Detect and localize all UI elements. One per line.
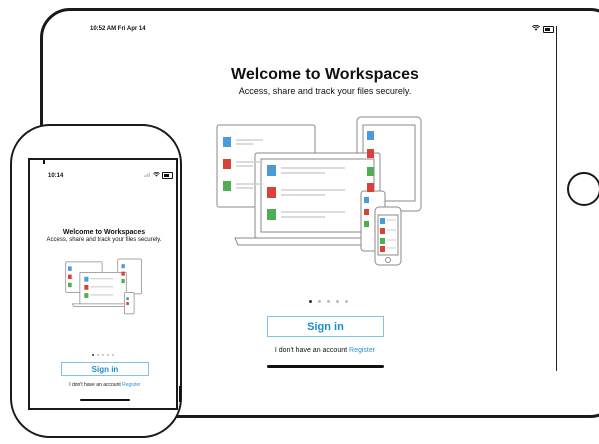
wifi-icon (531, 24, 541, 33)
battery-icon (543, 25, 554, 33)
page-dot[interactable] (102, 354, 104, 356)
phone-home-indicator[interactable] (80, 399, 130, 401)
tablet-status-icons (531, 24, 554, 33)
tablet-welcome-title: Welcome to Workspaces (231, 66, 419, 83)
signal-icon (144, 172, 151, 179)
page-dot[interactable] (112, 354, 114, 356)
page-dot[interactable] (107, 354, 109, 356)
tablet-page-indicator[interactable] (309, 300, 348, 303)
phone-side-button (179, 386, 181, 402)
page-dot[interactable] (92, 354, 94, 356)
spreadsheet-icon (223, 181, 231, 191)
phone-camera-mark (43, 160, 45, 164)
devices-illustration (216, 116, 422, 266)
tablet-home-button[interactable] (567, 172, 599, 206)
tablet-welcome-subtitle: Access, share and track your files secur… (238, 86, 412, 96)
phone-welcome-title: Welcome to Workspaces (62, 229, 146, 236)
page-dot[interactable] (309, 300, 312, 303)
tablet-home-indicator[interactable] (267, 365, 384, 368)
battery-icon (162, 172, 173, 179)
pdf-icon (223, 159, 231, 169)
document-icon (223, 137, 231, 147)
phone-account-row: I don't have an account Register (52, 382, 158, 388)
tablet-screen-edge (556, 26, 557, 371)
tablet-register-link[interactable]: Register (349, 347, 375, 354)
phone-page-indicator[interactable] (92, 354, 114, 356)
no-account-text: I don't have an account (69, 382, 121, 388)
wifi-icon (153, 171, 160, 179)
page-dot[interactable] (318, 300, 321, 303)
tablet-account-row: I don't have an account Register (255, 347, 395, 354)
page-dot[interactable] (345, 300, 348, 303)
tablet-sign-in-button[interactable]: Sign in (267, 316, 384, 337)
page-dot[interactable] (327, 300, 330, 303)
phone-register-link[interactable]: Register (122, 382, 141, 388)
no-account-text: I don't have an account (274, 347, 348, 354)
page-dot[interactable] (336, 300, 339, 303)
phone-welcome-subtitle: Access, share and track your files secur… (46, 237, 162, 243)
phone-status-icons (144, 171, 173, 179)
phone-sign-in-button[interactable]: Sign in (61, 362, 149, 376)
page-dot[interactable] (97, 354, 99, 356)
phone-status-time: 10:14 (48, 173, 64, 179)
devices-illustration (65, 258, 142, 315)
tablet-status-time: 10:52 AM Fri Apr 14 (90, 26, 146, 32)
